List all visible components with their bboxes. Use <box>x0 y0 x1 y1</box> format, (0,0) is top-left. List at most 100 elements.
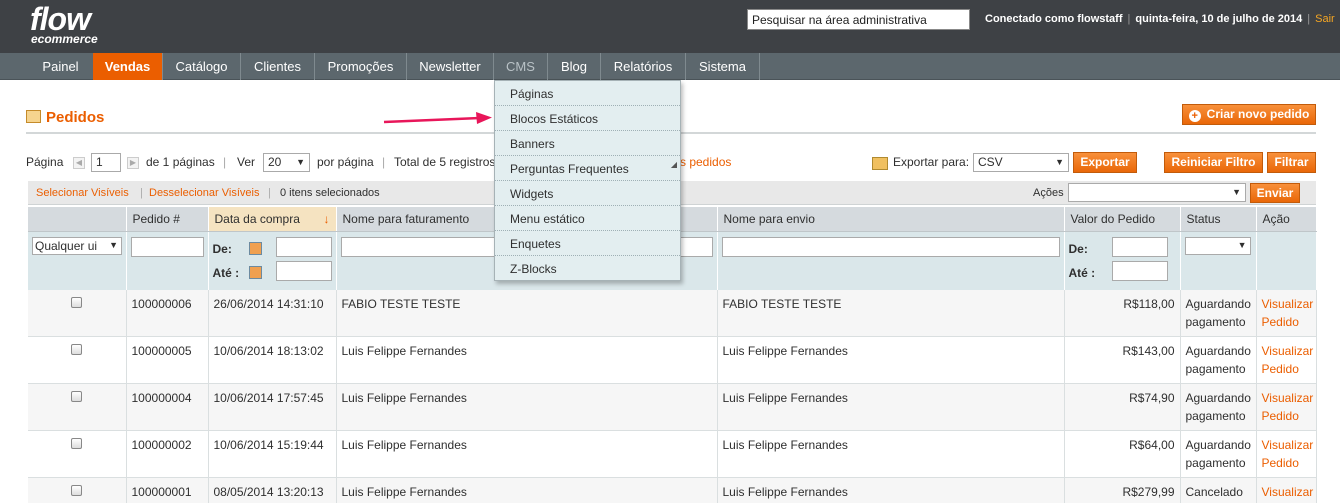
date-to-input[interactable] <box>275 260 332 281</box>
row-checkbox[interactable] <box>71 437 83 449</box>
value-to-label: Até : <box>1068 265 1096 280</box>
col-order-value[interactable]: Valor do Pedido <box>1064 207 1181 232</box>
logo-line1: flow <box>30 1 91 37</box>
view-order-link[interactable]: Visualizar Pedido <box>1262 344 1314 376</box>
order-status: Aguardando pagamento <box>1180 289 1257 337</box>
menu-item-label: Perguntas Frequentes <box>510 162 629 176</box>
table-row[interactable]: 100000005 10/06/2014 18:13:02 Luis Felip… <box>28 336 1317 384</box>
nav-item-newsletter[interactable]: Newsletter <box>407 53 494 80</box>
view-order-link[interactable]: Visualizar Pedido <box>1262 438 1314 470</box>
chevron-down-icon: ▼ <box>1232 187 1241 197</box>
page-title: Pedidos <box>26 109 104 126</box>
reset-filter-button[interactable]: Reiniciar Filtro <box>1164 152 1263 173</box>
view-order-link[interactable]: Visualizar Pedido <box>1262 391 1314 423</box>
submit-action-button[interactable]: Enviar <box>1250 183 1300 203</box>
page-number-input[interactable]: 1 <box>91 153 121 172</box>
prev-page-icon[interactable]: ◀ <box>73 157 85 169</box>
nav-item-cms[interactable]: CMS <box>494 53 548 80</box>
billing-name: Luis Felippe Fernandes <box>336 336 718 384</box>
status-filter-select[interactable]: ▼ <box>1184 236 1251 255</box>
order-date: 26/06/2014 14:31:10 <box>208 289 337 337</box>
chevron-down-icon: ▼ <box>296 157 305 167</box>
actions-select[interactable]: ▼ <box>1068 183 1246 202</box>
table-row[interactable]: 100000006 26/06/2014 14:31:10 FABIO TEST… <box>28 289 1317 337</box>
submenu-arrow-icon: ◢ <box>670 160 677 169</box>
order-value: R$143,00 <box>1064 336 1181 384</box>
export-button[interactable]: Exportar <box>1073 152 1137 173</box>
table-row[interactable]: 100000002 10/06/2014 15:19:44 Luis Felip… <box>28 430 1317 478</box>
col-status[interactable]: Status <box>1180 207 1257 232</box>
date-from-input[interactable] <box>275 236 332 257</box>
col-shipping-name[interactable]: Nome para envio <box>717 207 1065 232</box>
col-order-id[interactable]: Pedido # <box>126 207 209 232</box>
row-checkbox[interactable] <box>71 390 83 402</box>
menu-item-enquetes[interactable]: Enquetes <box>495 231 680 256</box>
select-visible-link[interactable]: Selecionar Visíveis <box>36 187 129 199</box>
export-label: Exportar para: <box>893 155 970 169</box>
calendar-icon[interactable] <box>248 241 262 255</box>
menu-item-banners[interactable]: Banners <box>495 131 680 156</box>
view-order-link[interactable]: Visualizar Pedido <box>1262 485 1314 503</box>
menu-item-widgets[interactable]: Widgets <box>495 181 680 206</box>
order-status: Aguardando pagamento <box>1180 336 1257 384</box>
menu-item-z-blocks[interactable]: Z-Blocks <box>495 256 680 281</box>
sort-arrow-icon: ↓ <box>323 211 330 226</box>
admin-search-input[interactable] <box>747 9 970 30</box>
nav-item-promocoes[interactable]: Promoções <box>315 53 407 80</box>
rss-orders-link[interactable]: s pedidos <box>680 154 731 170</box>
create-order-button[interactable]: + Criar novo pedido <box>1182 104 1316 125</box>
menu-item-paginas[interactable]: Páginas <box>495 81 680 106</box>
menu-item-perguntas-frequentes[interactable]: Perguntas Frequentes ◢ <box>495 156 680 181</box>
header-user-info: Conectado como flowstaff | quinta-feira, 1… <box>985 13 1335 25</box>
shipping-name-filter[interactable] <box>721 236 1060 257</box>
nav-item-painel[interactable]: Painel <box>28 53 94 80</box>
menu-item-blocos-estaticos[interactable]: Blocos Estáticos <box>495 106 680 131</box>
row-checkbox[interactable] <box>71 296 83 308</box>
nav-item-catalogo[interactable]: Catálogo <box>163 53 241 80</box>
admin-header: flow ecommerce Conectado como flowstaff|… <box>0 0 1340 53</box>
next-page-icon[interactable]: ▶ <box>127 157 139 169</box>
row-checkbox[interactable] <box>71 484 83 496</box>
order-date: 10/06/2014 18:13:02 <box>208 336 337 384</box>
export-format-select[interactable]: CSV ▼ <box>973 153 1069 172</box>
view-order-link[interactable]: Visualizar Pedido <box>1262 297 1314 329</box>
export-icon <box>872 157 888 170</box>
nav-item-relatorios[interactable]: Relatórios <box>601 53 686 80</box>
shipping-name: Luis Felippe Fernandes <box>717 430 1065 478</box>
table-row[interactable]: 100000004 10/06/2014 17:57:45 Luis Felip… <box>28 383 1317 431</box>
order-id-filter[interactable] <box>130 236 204 257</box>
date-to-label: Até : <box>212 265 240 280</box>
value-to-input[interactable] <box>1111 260 1168 281</box>
nav-item-clientes[interactable]: Clientes <box>241 53 315 80</box>
nav-item-sistema[interactable]: Sistema <box>686 53 760 80</box>
col-purchase-date[interactable]: Data da compra ↓ <box>208 207 337 232</box>
per-page-value: 20 <box>268 155 282 169</box>
calendar-icon[interactable] <box>248 265 262 279</box>
order-id: 100000002 <box>126 430 209 478</box>
order-id: 100000006 <box>126 289 209 337</box>
order-value: R$74,90 <box>1064 383 1181 431</box>
filter-button[interactable]: Filtrar <box>1267 152 1316 173</box>
date-from-label: De: <box>212 241 232 256</box>
order-value: R$279,99 <box>1064 477 1181 503</box>
massaction-filter-select[interactable]: Qualquer ui ▼ <box>32 236 122 255</box>
billing-name: Luis Felippe Fernandes <box>336 383 718 431</box>
row-checkbox[interactable] <box>71 343 83 355</box>
nav-item-vendas[interactable]: Vendas <box>93 53 163 80</box>
billing-name: Luis Felippe Fernandes <box>336 477 718 503</box>
deselect-visible-link[interactable]: Desselecionar Visíveis <box>149 187 259 199</box>
logout-link[interactable]: Sair <box>1315 13 1335 25</box>
col-action: Ação <box>1256 207 1317 232</box>
value-from-input[interactable] <box>1111 236 1168 257</box>
nav-item-blog[interactable]: Blog <box>548 53 601 80</box>
main-nav: Painel Vendas Catálogo Clientes Promoçõe… <box>0 53 1340 80</box>
menu-item-menu-estatico[interactable]: Menu estático <box>495 206 680 231</box>
actions-label: Ações <box>1033 187 1064 199</box>
order-id: 100000001 <box>126 477 209 503</box>
shipping-name: Luis Felippe Fernandes <box>717 477 1065 503</box>
table-row[interactable]: 100000001 08/05/2014 13:20:13 Luis Felip… <box>28 477 1317 503</box>
page-label: Página <box>26 155 64 169</box>
per-page-select[interactable]: 20 ▼ <box>263 153 310 172</box>
order-id: 100000005 <box>126 336 209 384</box>
flow-logo[interactable]: flow ecommerce <box>30 1 98 45</box>
